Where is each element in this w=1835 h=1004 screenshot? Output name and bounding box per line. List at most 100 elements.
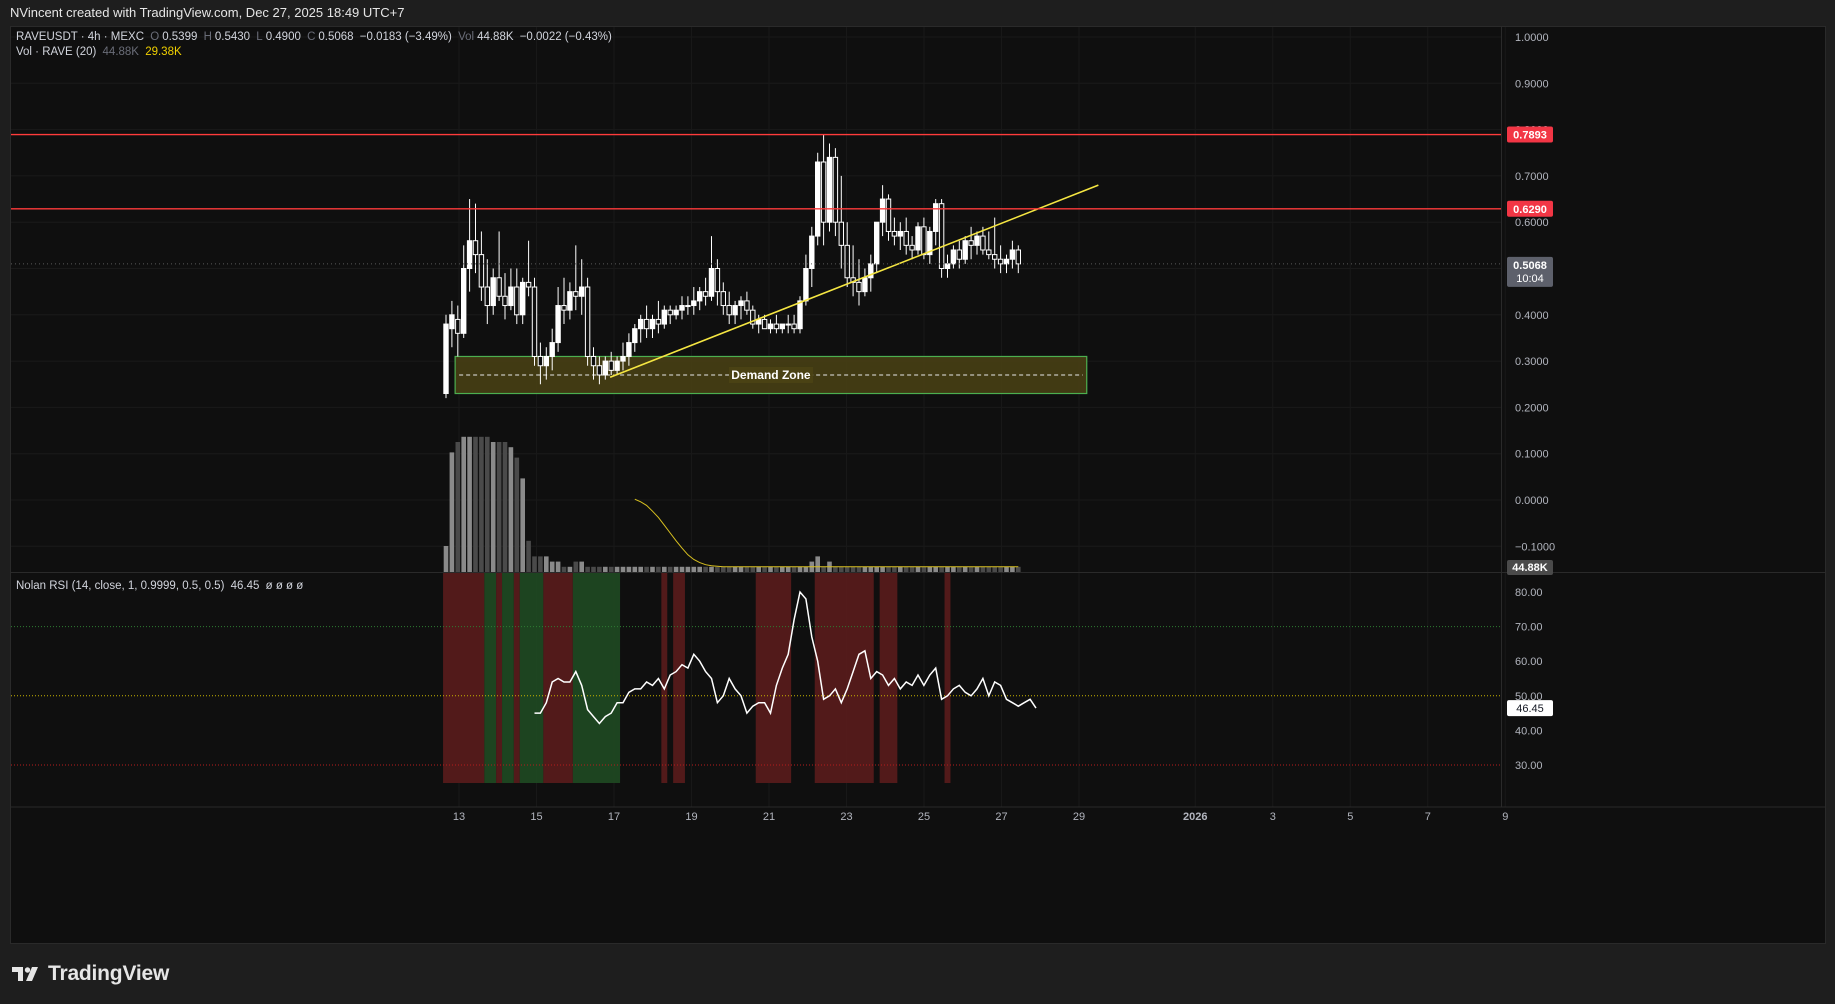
volume-bar: [957, 566, 962, 572]
rsi-tick-label: 80.00: [1515, 587, 1543, 599]
chart-canvas[interactable]: 1.00000.90000.80000.70000.60000.50000.40…: [11, 27, 1825, 943]
last-price-label: 0.5068: [1513, 260, 1547, 272]
volume-bar: [662, 566, 667, 572]
volume-bar: [968, 566, 974, 572]
candle-body: [608, 360, 614, 371]
time-tick-label: 2026: [1183, 811, 1207, 823]
legend-close-label: C: [307, 31, 316, 43]
volume-bar: [467, 436, 472, 572]
candle-body: [525, 281, 532, 288]
volume-bar: [744, 566, 750, 572]
rsi-bear-band: [661, 573, 668, 783]
volume-bar: [603, 566, 608, 572]
volume-bar: [886, 566, 891, 572]
volume-value: 44.88K: [102, 46, 139, 58]
candle-body: [685, 305, 691, 308]
candle-body: [732, 305, 738, 316]
volume-bar: [490, 442, 496, 572]
candle-body: [815, 161, 821, 237]
candle-body: [655, 318, 662, 325]
candle-body: [879, 198, 886, 223]
legend-symbol[interactable]: RAVEUSDT · 4h · MEXC: [16, 31, 144, 43]
time-tick-label: 29: [1073, 811, 1085, 823]
resistance-price-label: 0.7893: [1513, 130, 1547, 142]
volume-ma-value: 29.38K: [145, 46, 182, 58]
rsi-bear-band: [496, 573, 503, 783]
rsi-legend: Nolan RSI (14, close, 1, 0.9999, 0.5, 0.…: [16, 580, 306, 592]
candle-body: [968, 240, 974, 246]
volume-bar: [892, 566, 897, 572]
rsi-bear-band: [814, 573, 874, 783]
tradingview-logo-icon: [12, 967, 38, 981]
volume-bar: [951, 566, 956, 572]
candle-body: [980, 235, 986, 251]
candle-body: [897, 230, 903, 237]
volume-bar: [520, 478, 525, 572]
candle-body: [909, 244, 915, 251]
tradingview-logo[interactable]: TradingView: [12, 960, 169, 988]
time-tick-label: 15: [530, 811, 542, 823]
candle-body: [520, 281, 526, 316]
candle-body: [702, 291, 709, 297]
candle-body: [461, 268, 467, 334]
volume-bar: [1010, 566, 1015, 572]
volume-bar: [573, 561, 579, 572]
volume-bar: [514, 457, 520, 572]
volume-bar: [785, 566, 791, 572]
candle-body: [714, 268, 721, 293]
candle-body: [986, 249, 992, 256]
rsi-study-name[interactable]: Nolan RSI (14, close, 1, 0.9999, 0.5, 0.…: [16, 580, 224, 592]
candle-body: [584, 286, 591, 357]
rsi-tick-label: 30.00: [1515, 760, 1543, 772]
candle-body: [543, 355, 549, 367]
volume-bar: [780, 566, 785, 572]
volume-bar: [715, 566, 720, 572]
legend-vol-change: −0.0022 (−0.43%): [519, 31, 612, 43]
candle-body: [502, 295, 508, 307]
time-tick-label: 5: [1347, 811, 1353, 823]
volume-bar: [544, 556, 549, 572]
rsi-bear-band: [944, 573, 951, 783]
volume-bar: [974, 566, 980, 572]
candle-body: [484, 286, 491, 307]
volume-bar: [774, 566, 779, 572]
volume-bar: [614, 566, 620, 572]
rsi-tick-label: 70.00: [1515, 622, 1543, 634]
legend-close: 0.5068: [318, 31, 354, 43]
volume-bar: [620, 566, 626, 572]
volume-bar: [756, 566, 761, 572]
candle-body: [626, 342, 632, 357]
volume-bar: [473, 436, 478, 572]
candle-body: [620, 355, 626, 362]
legend-high: 0.5430: [214, 31, 251, 43]
candle-body: [691, 300, 697, 307]
legend-vol-label: Vol: [458, 31, 475, 43]
volume-bar: [549, 561, 555, 572]
price-tick-label: 0.1000: [1515, 449, 1549, 461]
legend-vol: 44.88K: [477, 31, 514, 43]
candle-body: [596, 365, 603, 376]
volume-study-name[interactable]: Vol · RAVE (20): [16, 46, 96, 58]
candle-body: [697, 291, 703, 302]
candle-body: [933, 203, 939, 232]
candle-body: [826, 156, 833, 223]
candle-body: [726, 305, 732, 316]
rsi-bull-band: [572, 573, 621, 783]
volume-bar: [791, 566, 797, 572]
volume-bar: [650, 566, 655, 572]
candle-body: [720, 291, 726, 307]
volume-bar: [638, 566, 643, 572]
volume-bar: [980, 566, 986, 572]
volume-bar: [561, 566, 567, 572]
candle-body: [862, 277, 868, 293]
candle-body: [797, 300, 803, 330]
volume-bar: [449, 452, 455, 572]
volume-bar: [703, 566, 708, 572]
candle-body: [531, 286, 538, 357]
candle-body: [767, 323, 774, 330]
candle-body: [549, 342, 555, 357]
legend-high-label: H: [203, 31, 212, 43]
volume-bar: [667, 566, 673, 572]
chart-frame[interactable]: 1.00000.90000.80000.70000.60000.50000.40…: [10, 26, 1826, 944]
price-tick-label: 0.7000: [1515, 171, 1549, 183]
